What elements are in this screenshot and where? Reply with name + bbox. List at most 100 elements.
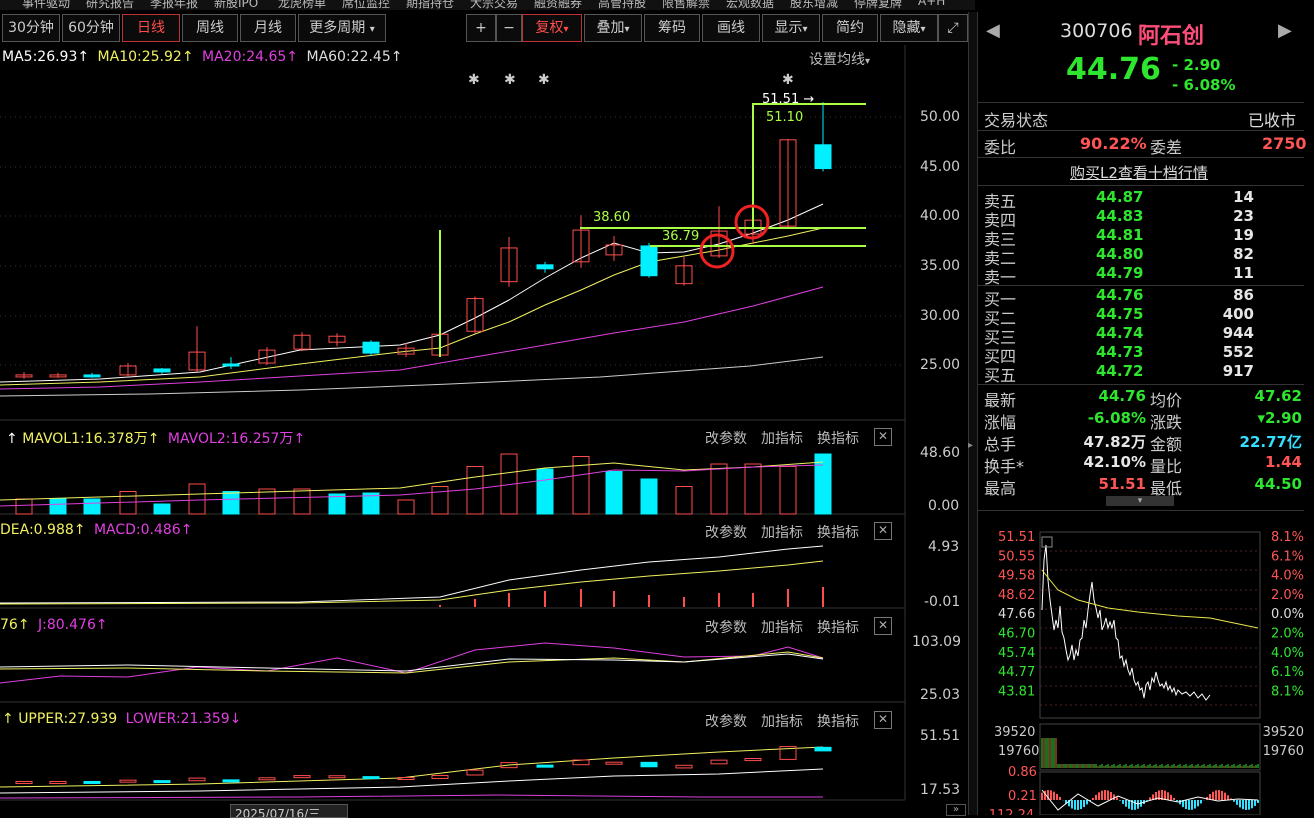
event-star-icon[interactable]: ✱ [468, 72, 480, 88]
intraday-price-axis-label: 45.74 [998, 646, 1035, 661]
ask-level-price: 44.83 [1096, 207, 1144, 225]
intraday-price-axis-label: 46.70 [998, 627, 1035, 642]
boll-candle [293, 775, 311, 779]
switch-indicator-button[interactable]: 换指标 [817, 711, 859, 731]
bid-level-price: 44.72 [1096, 362, 1144, 380]
boll-candle [119, 779, 137, 783]
stat-value: 51.51 [1098, 475, 1146, 493]
macd-axis-label: 4.93 [928, 539, 960, 555]
volume-bar-up [675, 486, 693, 515]
switch-indicator-button[interactable]: 换指标 [817, 428, 859, 448]
boll-candle [15, 780, 33, 784]
intraday-macd-axis-label: -112.24 [984, 808, 1034, 815]
panel-splitter[interactable] [968, 12, 978, 815]
stat-value: 44.76 [1098, 387, 1146, 405]
price-axis-label: 35.00 [920, 258, 961, 274]
macd-axis-label: -0.01 [924, 594, 961, 610]
volume-bar-up [15, 498, 33, 515]
close-icon[interactable]: ✕ [874, 711, 892, 729]
vol-legend: ↑ MAVOL1:16.378万↑ MAVOL2:16.257万↑ [6, 431, 306, 447]
bid-level-volume: 552 [1222, 343, 1254, 361]
ma-settings-button[interactable]: 设置均线▾ [809, 49, 870, 69]
l2-upgrade-link[interactable]: 购买L2查看十档行情 [1070, 162, 1208, 183]
intraday-chart[interactable]: 51.51 50.55 49.58 48.62 47.66 46.70 45.74 44.77… [978, 510, 1314, 815]
boll-candle [362, 776, 380, 780]
ma-settings-label: 设置均线 [809, 52, 865, 68]
volume-bar-up [431, 486, 449, 515]
ma20-legend: MA20:24.65↑ [202, 49, 299, 65]
volume-bar-up [744, 463, 762, 515]
intraday-avg-line [1041, 569, 1259, 629]
edit-params-button[interactable]: 改参数 [705, 522, 747, 542]
event-star-icon[interactable]: ✱ [504, 72, 516, 88]
ask-level-price: 44.80 [1096, 245, 1144, 263]
volume-bar-up [258, 488, 276, 515]
weicha-label: 委差 [1150, 138, 1183, 157]
volume-bar-up [779, 466, 797, 515]
stat-label: 最高 [984, 479, 1017, 498]
dif-line [0, 545, 824, 604]
prev-stock-icon[interactable]: ◀ [986, 20, 1000, 41]
switch-indicator-button[interactable]: 换指标 [817, 522, 859, 542]
edit-params-button[interactable]: 改参数 [705, 428, 747, 448]
add-indicator-button[interactable]: 加指标 [761, 711, 803, 731]
weicha-value: 2750 [1262, 134, 1307, 153]
edit-params-button[interactable]: 改参数 [705, 617, 747, 637]
trade-status-value: 已收市 [1248, 111, 1297, 130]
dea-legend: DEA:0.988↑ [0, 522, 86, 538]
stat-value: 1.44 [1264, 453, 1302, 471]
close-icon[interactable]: ✕ [874, 617, 892, 635]
kdj-j-legend: J:80.476↑ [38, 617, 108, 633]
volume-bar-down [83, 498, 101, 515]
close-icon[interactable]: ✕ [874, 428, 892, 446]
level-3860-label: 38.60 [593, 210, 631, 225]
price-axis-label: 40.00 [920, 208, 961, 224]
ma-legend: MA5:26.93↑ MA10:25.92↑ MA20:24.65↑ MA60:… [2, 49, 403, 65]
intraday-vol-frame [1039, 723, 1261, 771]
volume-bar-up [397, 499, 415, 515]
kline-chart[interactable] [0, 0, 975, 815]
intraday-price-axis-label: 51.51 [998, 530, 1035, 545]
volume-bar-down [222, 491, 240, 515]
switch-indicator-button[interactable]: 换指标 [817, 617, 859, 637]
bid-level-volume: 86 [1233, 286, 1254, 304]
intraday-macd-axis-label: 0.86 [1008, 765, 1037, 780]
volume-bar-up [293, 488, 311, 515]
scroll-right-icon[interactable]: » [946, 804, 966, 816]
stat-label: 金额 [1150, 435, 1183, 454]
intraday-price-axis-label: 43.81 [998, 684, 1035, 699]
stat-value: 47.82万 [1083, 433, 1146, 451]
boll-candle [640, 761, 658, 768]
intraday-vol-axis-label: 39520 [994, 725, 1035, 740]
next-stock-icon[interactable]: ▶ [1278, 20, 1292, 41]
event-star-icon[interactable]: ✱ [782, 72, 794, 88]
close-icon[interactable]: ✕ [874, 522, 892, 540]
price-change: - 2.90 [1172, 56, 1221, 74]
intraday-price-axis-label: 47.66 [998, 607, 1035, 622]
edit-params-button[interactable]: 改参数 [705, 711, 747, 731]
event-star-icon[interactable]: ✱ [538, 72, 550, 88]
stat-value: ▾2.90 [1257, 409, 1302, 427]
intraday-pct-axis-label: 0.0% [1271, 607, 1304, 622]
macd-value-legend: MACD:0.486↑ [93, 522, 193, 538]
stat-label: 量比 [1150, 457, 1183, 476]
boll-candle [49, 780, 67, 784]
intraday-pct-axis-label: 4.0% [1271, 569, 1304, 584]
candle-down [222, 363, 240, 367]
boll-upper-legend: UPPER:27.939 [18, 711, 118, 727]
intraday-pct-axis-label: 8.1% [1271, 684, 1304, 699]
candle-down [362, 341, 380, 354]
expand-icon[interactable]: ▾ [1106, 496, 1174, 506]
boll-candle [466, 769, 484, 776]
last-price: 44.76 [1066, 52, 1161, 87]
stat-label: 均价 [1150, 391, 1183, 410]
add-indicator-button[interactable]: 加指标 [761, 428, 803, 448]
intraday-pct-axis-label: 2.0% [1271, 627, 1304, 642]
add-indicator-button[interactable]: 加指标 [761, 522, 803, 542]
intraday-price-axis-label: 50.55 [998, 549, 1035, 564]
candle-down [814, 144, 832, 170]
collapse-icon[interactable]: ▸ [968, 440, 976, 451]
ask-level-price: 44.87 [1096, 188, 1144, 206]
add-indicator-button[interactable]: 加指标 [761, 617, 803, 637]
macd-legend: DEA:0.988↑ MACD:0.486↑ [0, 522, 192, 538]
